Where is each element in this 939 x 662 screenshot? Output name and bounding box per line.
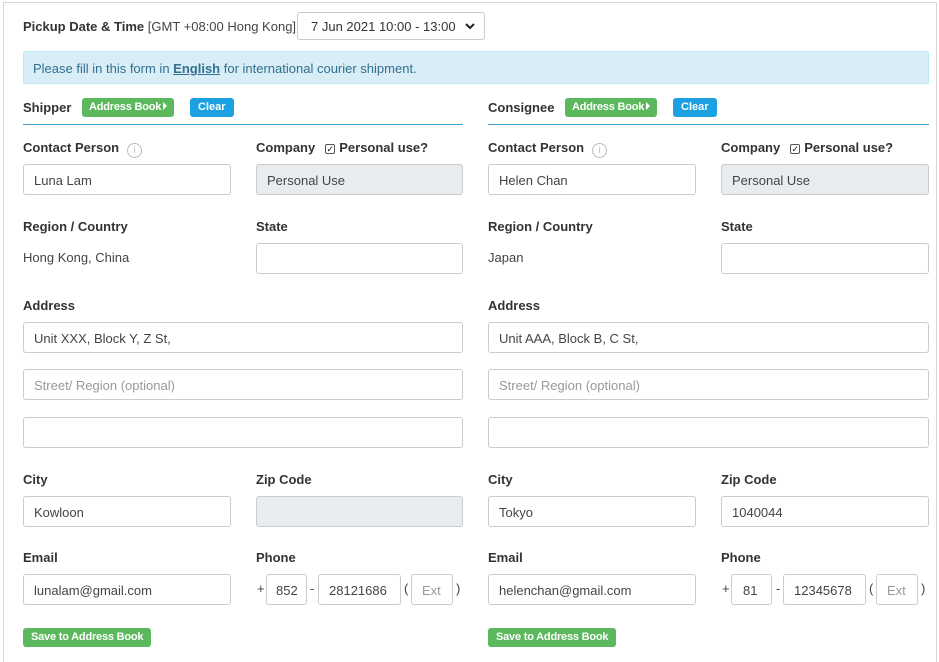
phone-paren-open: ( [869,581,874,596]
shipper-phone-label: Phone [256,550,296,565]
shipper-address-line1-input[interactable]: Unit XXX, Block Y, Z St, [23,322,463,353]
consignee-phone-country-code-input[interactable]: 81 [731,574,772,605]
phone-paren-close: ) [456,581,461,596]
consignee-address-line1-input[interactable]: Unit AAA, Block B, C St, [488,322,929,353]
consignee-address-book-button[interactable]: Address Book [565,98,658,117]
consignee-region-label: Region / Country [488,219,593,234]
consignee-title: Consignee [488,100,555,115]
phone-paren-open: ( [404,581,409,596]
personal-use-label: Personal use? [339,140,429,155]
shipper-personal-use-checkbox[interactable]: ✓ [325,144,336,154]
phone-paren-close: ) [921,581,926,596]
consignee-save-to-address-book-button[interactable]: Save to Address Book [488,628,617,647]
pickup-row: Pickup Date & Time [GMT +08:00 Hong Kong… [23,19,296,34]
shipper-clear-button[interactable]: Clear [190,98,234,117]
shipper-phone-number-input[interactable]: 28121686 [318,574,401,605]
consignee-contact-person-label: Contact Person i [488,140,608,158]
pickup-timezone: [GMT +08:00 Hong Kong] [147,19,297,34]
chevron-down-icon [464,20,476,32]
shipper-zip-label: Zip Code [256,472,312,487]
notice-suffix: for international courier shipment. [220,61,417,76]
ext-placeholder: Ext [887,583,906,598]
shipper-divider [23,124,463,125]
consignee-phone-label: Phone [721,550,761,565]
consignee-address-line3-input[interactable] [488,417,929,448]
consignee-address-label: Address [488,298,541,313]
shipper-title: Shipper [23,100,72,115]
consignee-city-input[interactable]: Tokyo [488,496,696,527]
consignee-company-input: Personal Use [721,164,929,195]
consignee-address-line2-input[interactable]: Street/ Region (optional) [488,369,929,400]
caret-right-icon [646,102,651,110]
consignee-email-input[interactable]: helenchan@gmail.com [488,574,696,605]
pickup-label: Pickup Date & Time [23,19,145,34]
consignee-region-value: Japan [488,250,524,265]
shipper-region-value: Hong Kong, China [23,250,130,265]
shipper-phone-country-code-input[interactable]: 852 [266,574,307,605]
notice-emphasis: English [173,61,221,76]
info-icon[interactable]: i [592,143,608,158]
address-book-label: Address Book [572,101,645,113]
consignee-company-label: Company ✓ Personal use? [721,140,893,155]
consignee-divider [488,124,929,125]
shipper-address-book-button[interactable]: Address Book [82,98,175,117]
consignee-personal-use-checkbox[interactable]: ✓ [790,144,801,154]
pickup-time-value: 7 Jun 2021 10:00 - 13:00 [311,19,456,34]
pickup-time-select[interactable]: 7 Jun 2021 10:00 - 13:00 [297,12,485,40]
language-notice: Please fill in this form in English for … [23,51,929,84]
ext-placeholder: Ext [422,583,441,598]
contact-person-text: Contact Person [488,140,585,155]
company-text: Company [721,140,781,155]
shipper-email-label: Email [23,550,58,565]
shipper-phone-ext-input[interactable]: Ext [411,574,453,605]
consignee-state-input[interactable] [721,243,929,274]
address-book-label: Address Book [89,101,162,113]
shipper-address-line2-input[interactable]: Street/ Region (optional) [23,369,463,400]
shipper-city-label: City [23,472,48,487]
consignee-phone-number-input[interactable]: 12345678 [783,574,866,605]
consignee-contact-person-input[interactable]: Helen Chan [488,164,696,195]
consignee-clear-button[interactable]: Clear [673,98,717,117]
shipper-email-input[interactable]: lunalam@gmail.com [23,574,231,605]
personal-use-label: Personal use? [804,140,894,155]
shipper-contact-person-label: Contact Person i [23,140,143,158]
shipper-save-to-address-book-button[interactable]: Save to Address Book [23,628,152,647]
shipper-contact-person-input[interactable]: Luna Lam [23,164,231,195]
shipper-address-line3-input[interactable] [23,417,463,448]
consignee-city-label: City [488,472,513,487]
shipper-zip-input [256,496,463,527]
phone-plus: + [257,581,265,596]
consignee-zip-label: Zip Code [721,472,777,487]
shipper-region-label: Region / Country [23,219,128,234]
consignee-phone-ext-input[interactable]: Ext [876,574,918,605]
shipper-state-label: State [256,219,288,234]
consignee-zip-input[interactable]: 1040044 [721,496,929,527]
caret-right-icon [163,102,168,110]
consignee-email-label: Email [488,550,523,565]
phone-dash: - [776,581,781,596]
phone-plus: + [722,581,730,596]
shipper-address-label: Address [23,298,76,313]
street-placeholder: Street/ Region (optional) [499,378,640,393]
contact-person-text: Contact Person [23,140,120,155]
shipper-city-input[interactable]: Kowloon [23,496,231,527]
shipper-company-label: Company ✓ Personal use? [256,140,428,155]
consignee-state-label: State [721,219,753,234]
phone-dash: - [310,581,315,596]
notice-prefix: Please fill in this form in [33,61,174,76]
shipper-company-input: Personal Use [256,164,463,195]
company-text: Company [256,140,316,155]
info-icon[interactable]: i [127,143,143,158]
street-placeholder: Street/ Region (optional) [34,378,175,393]
shipper-state-input[interactable] [256,243,463,274]
